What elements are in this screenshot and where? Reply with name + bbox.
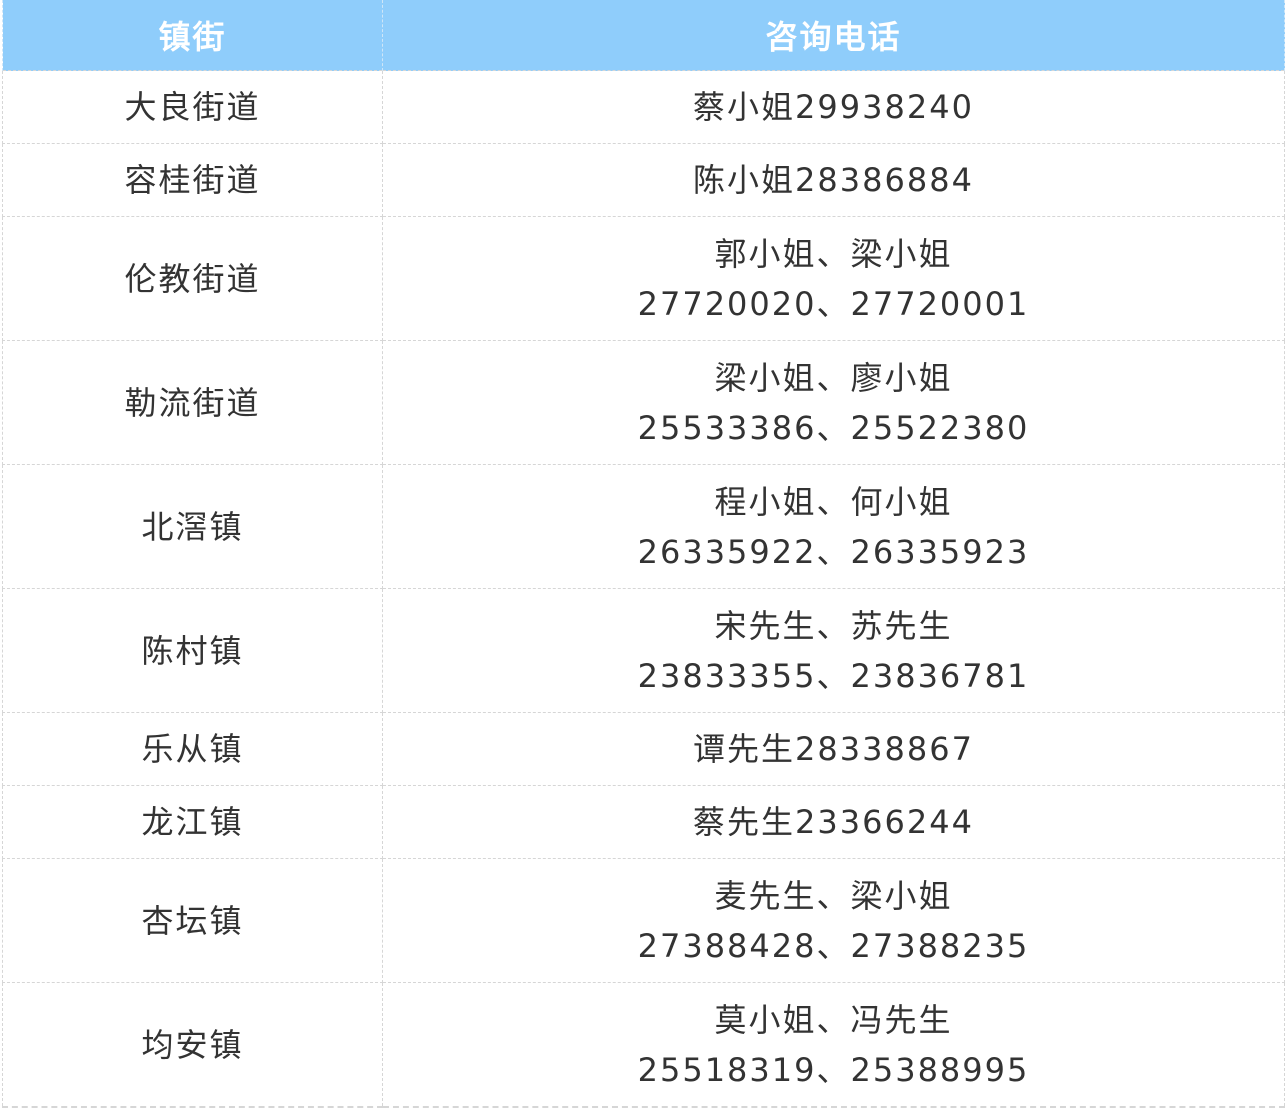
contact-names-line: 莫小姐、冯先生 [714,1000,953,1039]
contact-names-line: 麦先生、梁小姐 [714,876,953,915]
table-row: 容桂街道 陈小姐28386884 [2,143,1285,217]
phone-cell: 梁小姐、廖小姐 25533386、25522380 [382,340,1285,465]
phone-cell: 谭先生28338867 [382,712,1285,786]
table-row: 陈村镇 宋先生、苏先生 23833355、23836781 [2,588,1285,713]
contact-names-line: 郭小姐、梁小姐 [714,234,953,273]
phone-line: 蔡先生23366244 [693,803,974,841]
phone-cell: 程小姐、何小姐 26335922、26335923 [382,464,1285,589]
table-row: 伦教街道 郭小姐、梁小姐 27720020、27720001 [2,216,1285,341]
table-row: 杏坛镇 麦先生、梁小姐 27388428、27388235 [2,858,1285,983]
phone-numbers-line: 27388428、27388235 [637,926,1030,965]
town-cell: 伦教街道 [2,216,383,341]
town-cell: 大良街道 [2,70,383,144]
town-cell: 北滘镇 [2,464,383,589]
phone-numbers-line: 27720020、27720001 [637,284,1030,323]
phone-cell: 郭小姐、梁小姐 27720020、27720001 [382,216,1285,341]
phone-numbers-line: 25533386、25522380 [637,408,1030,447]
phone-numbers-line: 25518319、25388995 [637,1050,1030,1089]
header-phone: 咨询电话 [382,0,1285,71]
contact-names-line: 梁小姐、廖小姐 [714,358,953,397]
phone-cell: 蔡小姐29938240 [382,70,1285,144]
header-town: 镇街 [2,0,383,71]
phone-cell: 莫小姐、冯先生 25518319、25388995 [382,982,1285,1108]
table-header-row: 镇街 咨询电话 [2,0,1285,71]
contact-names-line: 宋先生、苏先生 [714,606,953,645]
contact-table-wrapper: 镇街 咨询电话 大良街道 蔡小姐29938240 容桂街道 陈小姐2838688… [2,0,1285,1108]
table-row: 大良街道 蔡小姐29938240 [2,70,1285,144]
table-row: 勒流街道 梁小姐、廖小姐 25533386、25522380 [2,340,1285,465]
phone-numbers-line: 26335922、26335923 [637,532,1030,571]
table-row: 北滘镇 程小姐、何小姐 26335922、26335923 [2,464,1285,589]
town-cell: 杏坛镇 [2,858,383,983]
phone-line: 蔡小姐29938240 [693,88,974,126]
town-cell: 容桂街道 [2,143,383,217]
phone-numbers-line: 23833355、23836781 [637,656,1030,695]
phone-cell: 陈小姐28386884 [382,143,1285,217]
town-cell: 乐从镇 [2,712,383,786]
table-row: 均安镇 莫小姐、冯先生 25518319、25388995 [2,982,1285,1108]
phone-line: 陈小姐28386884 [693,161,974,199]
town-cell: 均安镇 [2,982,383,1108]
town-cell: 勒流街道 [2,340,383,465]
contact-names-line: 程小姐、何小姐 [714,482,953,521]
phone-cell: 宋先生、苏先生 23833355、23836781 [382,588,1285,713]
town-cell: 龙江镇 [2,785,383,859]
table-row: 龙江镇 蔡先生23366244 [2,785,1285,859]
town-cell: 陈村镇 [2,588,383,713]
phone-cell: 蔡先生23366244 [382,785,1285,859]
phone-cell: 麦先生、梁小姐 27388428、27388235 [382,858,1285,983]
table-row: 乐从镇 谭先生28338867 [2,712,1285,786]
contact-table: 镇街 咨询电话 大良街道 蔡小姐29938240 容桂街道 陈小姐2838688… [2,0,1285,1108]
phone-line: 谭先生28338867 [693,730,974,768]
